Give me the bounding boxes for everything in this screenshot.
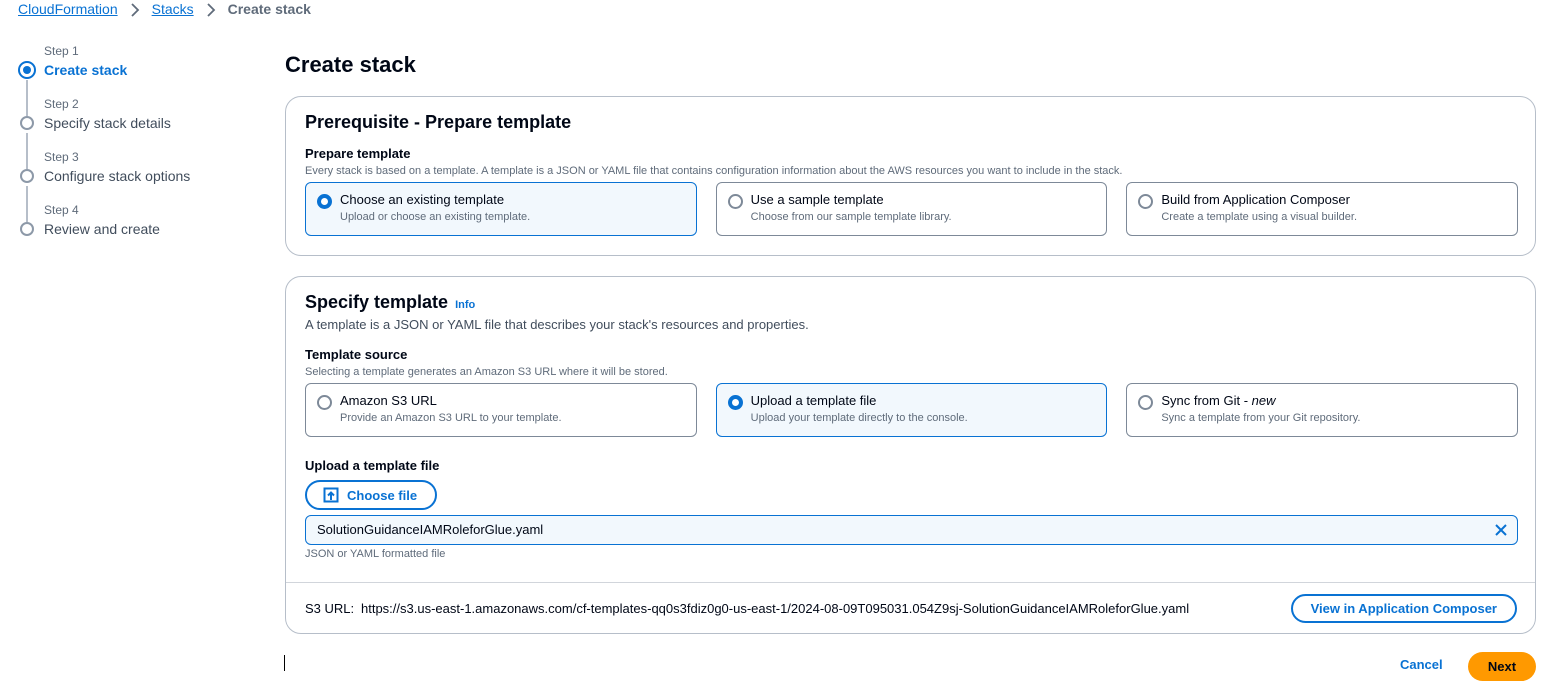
step-number: Step 1 [44,44,79,58]
cancel-button[interactable]: Cancel [1400,657,1443,672]
close-icon[interactable] [1494,523,1508,537]
breadcrumb-link-stacks[interactable]: Stacks [152,1,194,17]
radio-unselected-icon[interactable] [727,194,743,209]
info-link[interactable]: Info [455,299,475,311]
tile-title: Choose an existing template [340,192,505,207]
radio-unselected-icon[interactable] [317,395,332,410]
breadcrumb-link-cloudformation[interactable]: CloudFormation [18,1,118,17]
radio-unselected-icon[interactable] [1138,395,1154,410]
tile-upload-template-file[interactable]: Upload a template file Upload your templ… [715,383,1108,437]
view-in-application-composer-button[interactable]: View in Application Composer [1290,594,1517,623]
step-indicator-icon [20,116,34,130]
prepare-template-description: Every stack is based on a template. A te… [305,165,1123,177]
wizard-steps-nav: Step 1 Create stack Step 2 Specify stack… [18,44,258,256]
step-number: Step 2 [44,97,79,111]
tile-sync-from-git[interactable]: Sync from Git - new Sync a template from… [1126,383,1519,437]
step-active-indicator-icon [18,61,36,79]
step-title: Review and create [44,221,160,237]
radio-selected-icon[interactable] [727,395,743,410]
tile-description: Sync a template from your Git repository… [1161,412,1361,424]
radio-unselected-icon[interactable] [1138,194,1154,209]
tile-build-from-application-composer[interactable]: Build from Application Composer Create a… [1126,182,1519,236]
upload-icon [323,487,339,503]
radio-selected-icon[interactable] [317,194,332,209]
step-title: Specify stack details [44,115,171,131]
step-create-stack[interactable]: Step 1 Create stack [18,44,258,116]
new-badge: new [1251,393,1276,408]
prerequisite-container: Prerequisite - Prepare template Prepare … [285,96,1536,256]
selected-file-name: SolutionGuidanceIAMRoleforGlue.yaml [317,522,544,537]
upload-template-file-label: Upload a template file [305,458,440,473]
s3-url-label: S3 URL: [305,601,355,616]
specify-template-container: Specify template Info A template is a JSO… [285,276,1536,634]
tile-title: Sync from Git - new [1161,393,1275,408]
tile-description: Choose from our sample template library. [750,211,952,223]
template-source-label: Template source [305,347,408,362]
file-format-hint: JSON or YAML formatted file [305,548,446,560]
choose-file-button[interactable]: Choose file [305,480,438,510]
specify-template-heading: Specify template Info [305,292,475,313]
prepare-template-label: Prepare template [305,146,411,161]
step-number: Step 3 [44,150,79,164]
step-indicator-icon [20,169,34,183]
s3-url-value: https://s3.us-east-1.amazonaws.com/cf-te… [361,601,1190,616]
next-button[interactable]: Next [1468,652,1536,681]
tile-choose-existing-template[interactable]: Choose an existing template Upload or ch… [305,182,697,236]
s3-url-footer: S3 URL: https://s3.us-east-1.amazonaws.c… [286,582,1535,634]
specify-template-description: A template is a JSON or YAML file that d… [305,317,809,332]
step-review-and-create: Step 4 Review and create [18,203,258,256]
tile-title-text: Sync from Git - [1161,393,1252,408]
prerequisite-heading: Prerequisite - Prepare template [305,112,572,132]
breadcrumb-current: Create stack [227,1,311,17]
step-title: Configure stack options [44,168,191,184]
step-indicator-icon [20,222,34,236]
chevron-right-icon [129,2,141,17]
choose-file-label: Choose file [347,487,418,503]
tile-title: Amazon S3 URL [340,393,437,408]
breadcrumb: CloudFormation Stacks Create stack [18,1,311,17]
tile-description: Upload or choose an existing template. [340,211,531,223]
page-title: Create stack [285,52,416,77]
template-source-radio-group: Amazon S3 URL Provide an Amazon S3 URL t… [305,383,1519,437]
tile-description: Provide an Amazon S3 URL to your templat… [340,412,562,424]
prepare-template-radio-group: Choose an existing template Upload or ch… [305,182,1519,236]
tile-description: Upload your template directly to the con… [750,412,968,424]
step-title: Create stack [44,62,128,78]
tile-title: Use a sample template [750,192,884,207]
tile-title: Build from Application Composer [1161,192,1350,207]
tile-description: Create a template using a visual builder… [1161,211,1358,223]
text-cursor [284,655,285,671]
template-source-description: Selecting a template generates an Amazon… [305,366,668,378]
specify-template-heading-text: Specify template [305,292,449,312]
tile-title: Upload a template file [750,393,877,408]
chevron-right-icon [205,2,217,17]
selected-file-token: SolutionGuidanceIAMRoleforGlue.yaml [305,515,1518,545]
tile-use-sample-template[interactable]: Use a sample template Choose from our sa… [715,182,1108,236]
step-number: Step 4 [44,203,79,217]
step-specify-stack-details: Step 2 Specify stack details [18,97,258,169]
step-configure-stack-options: Step 3 Configure stack options [18,150,258,222]
tile-amazon-s3-url[interactable]: Amazon S3 URL Provide an Amazon S3 URL t… [305,383,697,437]
